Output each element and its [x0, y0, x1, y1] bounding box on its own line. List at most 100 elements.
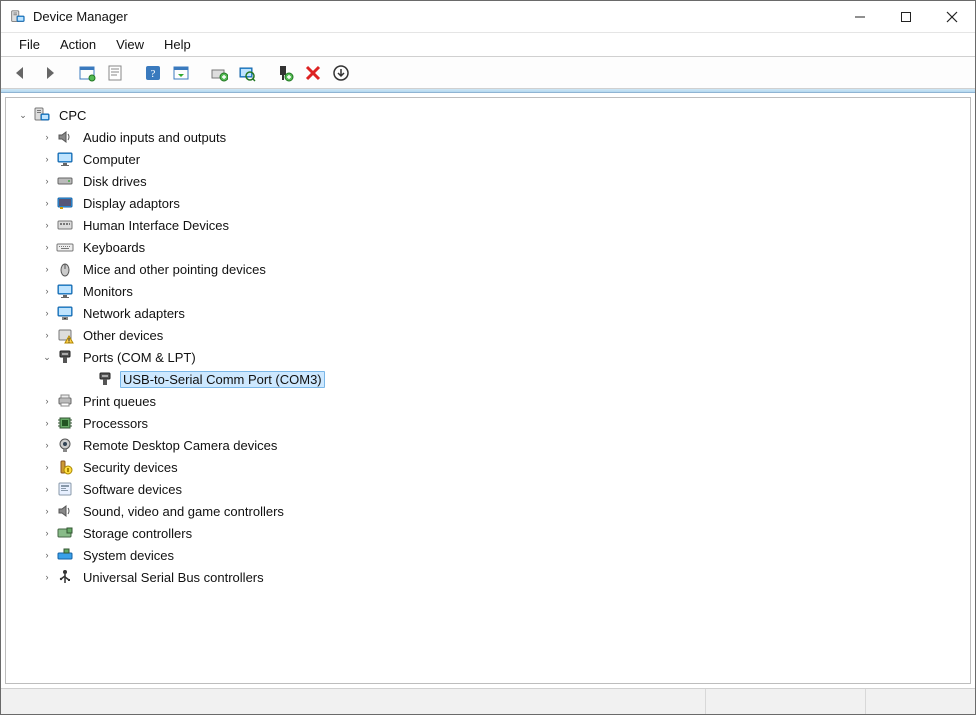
tree-node-label: CPC — [56, 107, 89, 124]
show-hidden-button[interactable] — [74, 60, 100, 86]
status-cell-3 — [865, 689, 975, 714]
device-tree-pane[interactable]: ⌄CPC›Audio inputs and outputs›Computer›D… — [5, 97, 971, 684]
menu-view[interactable]: View — [106, 34, 154, 55]
chevron-down-icon[interactable]: ⌄ — [40, 350, 54, 364]
chevron-right-icon[interactable]: › — [40, 504, 54, 518]
titlebar: Device Manager — [1, 1, 975, 33]
tree-node-printq[interactable]: › Print queues — [10, 390, 966, 412]
tree-node-label: Remote Desktop Camera devices — [80, 437, 280, 454]
statusbar — [1, 688, 975, 714]
tree-node-label: Software devices — [80, 481, 185, 498]
tree-node-ports[interactable]: ⌄ Ports (COM & LPT) — [10, 346, 966, 368]
chevron-right-icon[interactable]: › — [40, 548, 54, 562]
device-manager-window: Device Manager File Action View Help — [0, 0, 976, 715]
keyboard-icon — [56, 238, 74, 256]
update-driver-button[interactable] — [206, 60, 232, 86]
chevron-right-icon[interactable]: › — [40, 482, 54, 496]
tree-node-label: Storage controllers — [80, 525, 195, 542]
warning-device-icon — [56, 326, 74, 344]
camera-icon — [56, 436, 74, 454]
tree-node-audio[interactable]: › Audio inputs and outputs — [10, 126, 966, 148]
tree-node-usb[interactable]: › Universal Serial Bus controllers — [10, 566, 966, 588]
tree-node-root[interactable]: ⌄ CPC — [10, 104, 966, 126]
tree-node-label: Mice and other pointing devices — [80, 261, 269, 278]
chevron-right-icon[interactable]: › — [40, 328, 54, 342]
menu-file[interactable]: File — [9, 34, 50, 55]
tree-node-processors[interactable]: ›Processors — [10, 412, 966, 434]
tree-node-label: Audio inputs and outputs — [80, 129, 229, 146]
monitor-icon — [56, 282, 74, 300]
chevron-right-icon[interactable]: › — [40, 526, 54, 540]
tree-node-storage[interactable]: › Storage controllers — [10, 522, 966, 544]
tree-node-mice[interactable]: › Mice and other pointing devices — [10, 258, 966, 280]
help-button[interactable]: ? — [140, 60, 166, 86]
app-icon — [9, 9, 25, 25]
menu-action[interactable]: Action — [50, 34, 106, 55]
tree-node-hid[interactable]: ›Human Interface Devices — [10, 214, 966, 236]
chevron-right-icon[interactable]: › — [40, 152, 54, 166]
tree-node-network[interactable]: › Network adapters — [10, 302, 966, 324]
security-icon — [56, 458, 74, 476]
chevron-right-icon[interactable]: › — [40, 218, 54, 232]
chevron-right-icon[interactable]: › — [40, 438, 54, 452]
tree-node-keyboards[interactable]: ›Keyboards — [10, 236, 966, 258]
maximize-button[interactable] — [883, 1, 929, 33]
tree-node-label: Monitors — [80, 283, 136, 300]
tree-node-software[interactable]: › Software devices — [10, 478, 966, 500]
uninstall-button[interactable] — [300, 60, 326, 86]
cpu-icon — [56, 414, 74, 432]
chevron-right-icon[interactable]: › — [40, 416, 54, 430]
tree-node-label: Display adaptors — [80, 195, 183, 212]
properties-button[interactable] — [102, 60, 128, 86]
chevron-down-icon[interactable]: ⌄ — [16, 108, 30, 122]
close-button[interactable] — [929, 1, 975, 33]
status-cell-1 — [1, 689, 705, 714]
tree-node-usbserial[interactable]: USB-to-Serial Comm Port (COM3) — [10, 368, 966, 390]
tree-node-disk[interactable]: › Disk drives — [10, 170, 966, 192]
menu-help[interactable]: Help — [154, 34, 201, 55]
tree-node-security[interactable]: ›Security devices — [10, 456, 966, 478]
tree-node-system[interactable]: › System devices — [10, 544, 966, 566]
disable-button[interactable] — [328, 60, 354, 86]
chevron-right-icon[interactable]: › — [40, 460, 54, 474]
chevron-right-icon[interactable]: › — [40, 262, 54, 276]
tree-node-label: Ports (COM & LPT) — [80, 349, 199, 366]
tree-node-sound[interactable]: › Sound, video and game controllers — [10, 500, 966, 522]
tree-node-camera[interactable]: › Remote Desktop Camera devices — [10, 434, 966, 456]
software-device-icon — [56, 480, 74, 498]
chevron-right-icon[interactable]: › — [40, 174, 54, 188]
tree-node-display[interactable]: › Display adaptors — [10, 192, 966, 214]
tree-node-label: Universal Serial Bus controllers — [80, 569, 267, 586]
speaker-icon — [56, 128, 74, 146]
computer-icon — [32, 106, 50, 124]
chevron-right-icon[interactable]: › — [40, 196, 54, 210]
tree-node-computer[interactable]: ›Computer — [10, 148, 966, 170]
chevron-right-icon[interactable]: › — [40, 306, 54, 320]
back-button[interactable] — [8, 60, 34, 86]
port-icon — [96, 370, 114, 388]
status-cell-2 — [705, 689, 865, 714]
chevron-right-icon[interactable]: › — [40, 130, 54, 144]
tree-node-label: Disk drives — [80, 173, 150, 190]
menubar: File Action View Help — [1, 33, 975, 57]
toolbar: ? — [1, 57, 975, 89]
tree-node-other[interactable]: ›Other devices — [10, 324, 966, 346]
tree-node-label: Sound, video and game controllers — [80, 503, 287, 520]
minimize-button[interactable] — [837, 1, 883, 33]
chevron-right-icon[interactable]: › — [40, 284, 54, 298]
refresh-button[interactable] — [168, 60, 194, 86]
chevron-right-icon[interactable]: › — [40, 570, 54, 584]
add-legacy-button[interactable] — [272, 60, 298, 86]
scan-hardware-button[interactable] — [234, 60, 260, 86]
forward-button[interactable] — [36, 60, 62, 86]
chevron-right-icon[interactable]: › — [40, 240, 54, 254]
printer-icon — [56, 392, 74, 410]
drive-icon — [56, 172, 74, 190]
tree-node-monitors[interactable]: › Monitors — [10, 280, 966, 302]
tree-node-label: System devices — [80, 547, 177, 564]
storage-controller-icon — [56, 524, 74, 542]
window-title: Device Manager — [33, 9, 128, 24]
tree-node-label: Network adapters — [80, 305, 188, 322]
tree-node-label: Print queues — [80, 393, 159, 410]
chevron-right-icon[interactable]: › — [40, 394, 54, 408]
